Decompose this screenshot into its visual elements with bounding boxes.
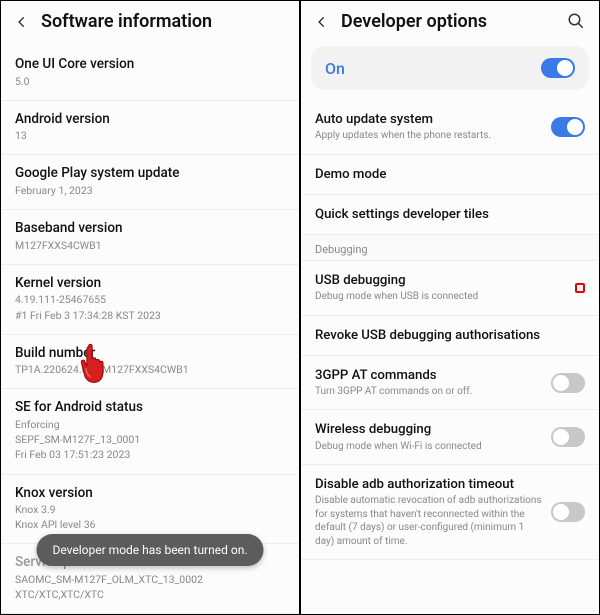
cursor-pointer-icon — [76, 341, 112, 386]
item-subtitle: #1 Fri Feb 3 17:34:28 KST 2023 — [15, 309, 285, 323]
item-subtitle: Enforcing — [15, 418, 285, 432]
item-title: USB debugging — [315, 272, 567, 289]
master-toggle[interactable] — [541, 58, 575, 78]
item-subtitle: 13 — [15, 129, 285, 143]
list-item[interactable]: Wireless debugging Debug mode when Wi-Fi … — [301, 410, 599, 465]
toast: Developer mode has been turned on. — [37, 534, 264, 566]
item-subtitle: February 1, 2023 — [15, 184, 285, 198]
item-title: Auto update system — [315, 111, 543, 128]
master-toggle-label: On — [325, 59, 345, 78]
list-item[interactable]: Revoke USB debugging authorisations — [301, 316, 599, 356]
list-item[interactable]: Auto update systemApply updates when the… — [301, 100, 599, 155]
header: Developer options — [301, 1, 599, 46]
item-subtitle: Debug mode when USB is connected — [315, 290, 567, 304]
list-item[interactable]: Android version13 — [1, 101, 299, 156]
item-title: Revoke USB debugging authorisations — [315, 327, 577, 344]
item-title: Wireless debugging — [315, 421, 543, 438]
list-item[interactable]: Quick settings developer tiles — [301, 195, 599, 235]
dev-options-list-1: Auto update systemApply updates when the… — [301, 100, 599, 235]
page-title: Developer options — [341, 11, 487, 32]
item-subtitle: TP1A.220624.014.M127FXXS4CWB1 — [15, 363, 285, 377]
list-item[interactable]: Disable adb authorization timeoutDisable… — [301, 465, 599, 560]
item-subtitle: Knox API level 36 — [15, 518, 285, 532]
list-item[interactable]: One UI Core version5.0 — [1, 46, 299, 101]
item-subtitle: 4.19.111-25467655 — [15, 293, 285, 307]
item-title: One UI Core version — [15, 56, 285, 74]
item-title: 3GPP AT commands — [315, 367, 543, 384]
item-title: SE for Android status — [15, 399, 285, 417]
item-title: Demo mode — [315, 166, 577, 183]
list-item[interactable]: Baseband versionM127FXXS4CWB1 — [1, 210, 299, 265]
item-title: Quick settings developer tiles — [315, 206, 577, 223]
highlight-box — [575, 283, 585, 293]
list-item[interactable]: Build numberTP1A.220624.014.M127FXXS4CWB… — [1, 335, 299, 390]
toggle[interactable] — [551, 117, 585, 137]
list-item[interactable]: USB debuggingDebug mode when USB is conn… — [301, 261, 599, 316]
toggle[interactable] — [551, 502, 585, 522]
back-icon[interactable] — [13, 13, 31, 31]
dev-options-list-2: USB debuggingDebug mode when USB is conn… — [301, 261, 599, 560]
master-toggle-row[interactable]: On — [311, 46, 589, 90]
item-subtitle: Disable automatic revocation of adb auth… — [315, 494, 543, 548]
item-title: Baseband version — [15, 220, 285, 238]
item-subtitle: M127FXXS4CWB1 — [15, 239, 285, 253]
page-title: Software information — [41, 11, 212, 32]
item-title: Android version — [15, 111, 285, 129]
item-title: Google Play system update — [15, 165, 285, 183]
item-title: Disable adb authorization timeout — [315, 476, 543, 493]
header: Software information — [1, 1, 299, 46]
toggle[interactable] — [551, 427, 585, 447]
software-info-list: One UI Core version5.0Android version13G… — [1, 46, 299, 614]
section-debugging: Debugging — [301, 235, 599, 261]
toggle[interactable] — [551, 373, 585, 393]
item-subtitle: Turn 3GPP AT commands on or off. — [315, 385, 543, 399]
right-pane: Developer options On Auto update systemA… — [300, 0, 600, 615]
list-item[interactable]: Demo mode — [301, 155, 599, 195]
item-subtitle: Apply updates when the phone restarts. — [315, 129, 543, 143]
item-subtitle: SAOMC_SM-M127F_OLM_XTC_13_0002 — [15, 573, 285, 587]
item-subtitle: XTC/XTC,XTC/XTC — [15, 588, 285, 602]
list-item[interactable]: 3GPP AT commandsTurn 3GPP AT commands on… — [301, 356, 599, 411]
list-item[interactable]: Kernel version4.19.111-25467655 #1 Fri Fe… — [1, 265, 299, 335]
item-title: Knox version — [15, 485, 285, 503]
item-subtitle: Debug mode when Wi-Fi is connected — [315, 440, 543, 454]
left-pane: Software information One UI Core version… — [0, 0, 300, 615]
item-subtitle: Fri Feb 03 17:51:23 2023 — [15, 448, 285, 462]
item-subtitle: 5.0 — [15, 75, 285, 89]
item-title: Kernel version — [15, 275, 285, 293]
back-icon[interactable] — [313, 13, 331, 31]
list-item[interactable]: SE for Android statusEnforcingSEPF_SM-M1… — [1, 389, 299, 474]
list-item[interactable]: Google Play system updateFebruary 1, 202… — [1, 155, 299, 210]
item-subtitle: Knox 3.9 — [15, 503, 285, 517]
search-icon[interactable] — [567, 12, 587, 32]
item-title: Build number — [15, 345, 285, 363]
item-subtitle: SEPF_SM-M127F_13_0001 — [15, 433, 285, 447]
